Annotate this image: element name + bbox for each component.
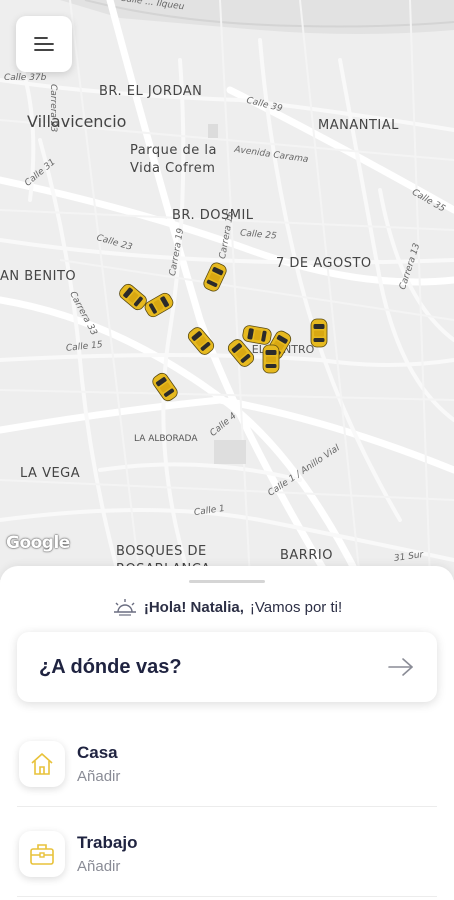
place-title: Trabajo [77,833,138,852]
place-subtitle: Añadir [77,858,121,875]
greeting-hello: ¡Hola! Natalia, [143,598,244,616]
divider [17,806,437,807]
map-label: AN BENITO [0,269,77,284]
place-subtitle: Añadir [77,768,121,785]
place-icon-wrap [19,831,65,877]
briefcase-icon [30,844,54,865]
greeting-tagline: ¡Vamos por ti! [249,598,343,616]
place-title: Casa [77,743,118,762]
map-label: LA ALBORADA [134,434,198,444]
arrow-right-icon [388,658,413,676]
map-label: BR. DOSMIL [172,208,254,223]
sunrise-icon [113,599,136,616]
map-label: Villavicencio [27,112,127,131]
hamburger-menu-icon [34,37,54,51]
google-logo: Google [6,533,70,553]
map-view[interactable]: Calle ... Ilqueu Calle 37b Carrera 23 BR… [0,0,454,580]
place-row-trabajo[interactable]: Trabajo Añadir [17,814,437,894]
map-label: BOSQUES DE [116,544,207,559]
map-label: MANANTIAL [318,118,399,133]
map-label: BR. EL JORDAN [99,84,203,99]
greeting: ¡Hola! Natalia, ¡Vamos por ti! [0,598,454,616]
map-roads [0,0,454,580]
house-icon [31,753,53,775]
divider [17,896,437,897]
place-row-casa[interactable]: Casa Añadir [17,724,437,804]
menu-button[interactable] [16,16,72,72]
map-label: Calle 37b [4,73,47,83]
map-label: LA VEGA [20,466,81,481]
map-label: 7 DE AGOSTO [276,256,372,271]
map-label: Parque de la [130,143,217,158]
destination-search-button[interactable]: ¿A dónde vas? [17,632,437,702]
place-icon-wrap [19,741,65,787]
map-label: BARRIO [280,548,333,563]
bottom-sheet: ¡Hola! Natalia, ¡Vamos por ti! ¿A dónde … [0,566,454,900]
drag-handle[interactable] [189,580,265,583]
destination-search-label: ¿A dónde vas? [39,655,182,678]
taxi-marker [310,318,328,348]
map-label: Vida Cofrem [130,161,216,176]
taxi-marker [262,344,280,374]
